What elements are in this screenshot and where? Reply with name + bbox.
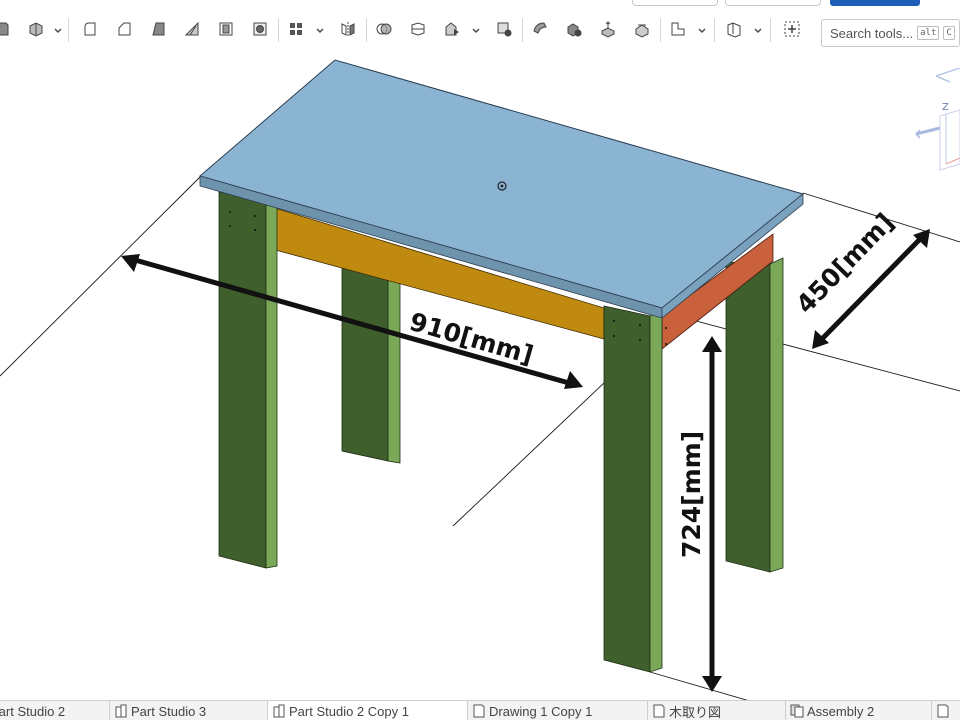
mirror-tool-icon[interactable]: [336, 17, 360, 41]
back-left-leg[interactable]: [341, 255, 401, 464]
toolbar-separator: [660, 18, 661, 42]
chevron-down-icon[interactable]: [753, 23, 763, 33]
hole-tool-icon[interactable]: [248, 17, 272, 41]
extrude-tool-icon[interactable]: [24, 17, 48, 41]
toolbar-separator: [770, 18, 771, 42]
tab-part-studio-2[interactable]: Part Studio 2: [0, 701, 110, 720]
delete-part-icon[interactable]: [492, 17, 516, 41]
sketch-tool-icon[interactable]: [0, 17, 14, 41]
drawing-icon: [936, 704, 950, 718]
toolbar-separator: [68, 18, 69, 42]
document-tabs: Part Studio 2 Part Studio 3 Part Studio …: [0, 700, 960, 720]
tab-assembly-2[interactable]: Assembly 2: [786, 701, 932, 720]
tab-label: 木取り図: [669, 704, 722, 720]
width-dimension-label: 910[mm]: [406, 307, 536, 370]
search-tools-input[interactable]: Search tools... alt C: [821, 19, 960, 47]
toolbar-separator: [522, 18, 523, 42]
height-dimension-label: 724[mm]: [677, 431, 706, 558]
view-cube[interactable]: Z: [910, 68, 960, 178]
tab-label: Drawing 1 Copy 1: [489, 703, 593, 719]
chevron-down-icon[interactable]: [471, 23, 481, 33]
tab-label: Assembly 2: [807, 703, 875, 719]
back-right-leg[interactable]: [725, 257, 784, 573]
top-primary-button[interactable]: [830, 0, 920, 6]
shell-tool-icon[interactable]: [214, 17, 238, 41]
part-studio-icon: [272, 704, 286, 718]
pattern-tool-icon[interactable]: [284, 17, 308, 41]
toolbar-separator: [366, 18, 367, 42]
toolbar-separator: [278, 18, 279, 42]
delete-face-icon[interactable]: [562, 17, 586, 41]
drawing-icon: [472, 704, 486, 718]
top-button-1[interactable]: [632, 0, 718, 6]
drawing-icon: [652, 704, 666, 718]
tab-kidori-zu[interactable]: 木取り図: [648, 701, 786, 720]
table-model: 910[mm] 450[mm] 724[mm]: [0, 59, 960, 700]
top-strip: [0, 0, 960, 6]
tab-label: Part Studio 3: [131, 703, 207, 719]
rib-tool-icon[interactable]: [180, 17, 204, 41]
depth-dimension[interactable]: 450[mm]: [790, 208, 930, 349]
draft-tool-icon[interactable]: [146, 17, 170, 41]
shortcut-alt-key: alt: [917, 26, 940, 40]
chevron-down-icon[interactable]: [697, 23, 707, 33]
mate-connector-icon[interactable]: [722, 17, 746, 41]
chamfer-tool-icon[interactable]: [112, 17, 136, 41]
z-axis-label: Z: [942, 102, 949, 113]
top-button-2[interactable]: [725, 0, 821, 6]
tab-drawing-1-copy-1[interactable]: Drawing 1 Copy 1: [468, 701, 648, 720]
boolean-tool-icon[interactable]: [372, 17, 396, 41]
plane-tool-icon[interactable]: [666, 17, 690, 41]
depth-dimension-label: 450[mm]: [790, 208, 899, 320]
tab-part-studio-2-copy-1[interactable]: Part Studio 2 Copy 1: [268, 701, 468, 720]
3d-viewport[interactable]: 910[mm] 450[mm] 724[mm] Z: [0, 46, 960, 700]
tab-part-studio-3[interactable]: Part Studio 3: [110, 701, 268, 720]
feature-toolbar: Search tools... alt C: [0, 8, 960, 47]
assembly-icon: [790, 704, 804, 718]
tab-more[interactable]: [932, 701, 960, 720]
chevron-down-icon[interactable]: [53, 23, 63, 33]
transform-tool-icon[interactable]: [440, 17, 464, 41]
tab-label: Part Studio 2: [0, 703, 66, 719]
chevron-down-icon[interactable]: [315, 23, 325, 33]
replace-face-icon[interactable]: [630, 17, 654, 41]
add-custom-feature-icon[interactable]: [780, 17, 804, 41]
height-dimension[interactable]: 724[mm]: [677, 336, 722, 692]
modify-fillet-icon[interactable]: [528, 17, 552, 41]
move-face-icon[interactable]: [596, 17, 620, 41]
tab-label: Part Studio 2 Copy 1: [289, 703, 409, 719]
search-tools-placeholder: Search tools...: [830, 25, 914, 41]
front-left-leg[interactable]: [218, 191, 278, 569]
shortcut-c-key: C: [943, 26, 955, 40]
fillet-tool-icon[interactable]: [78, 17, 102, 41]
split-tool-icon[interactable]: [406, 17, 430, 41]
part-studio-icon: [114, 704, 128, 718]
toolbar-separator: [714, 18, 715, 42]
front-right-leg[interactable]: [603, 305, 667, 673]
